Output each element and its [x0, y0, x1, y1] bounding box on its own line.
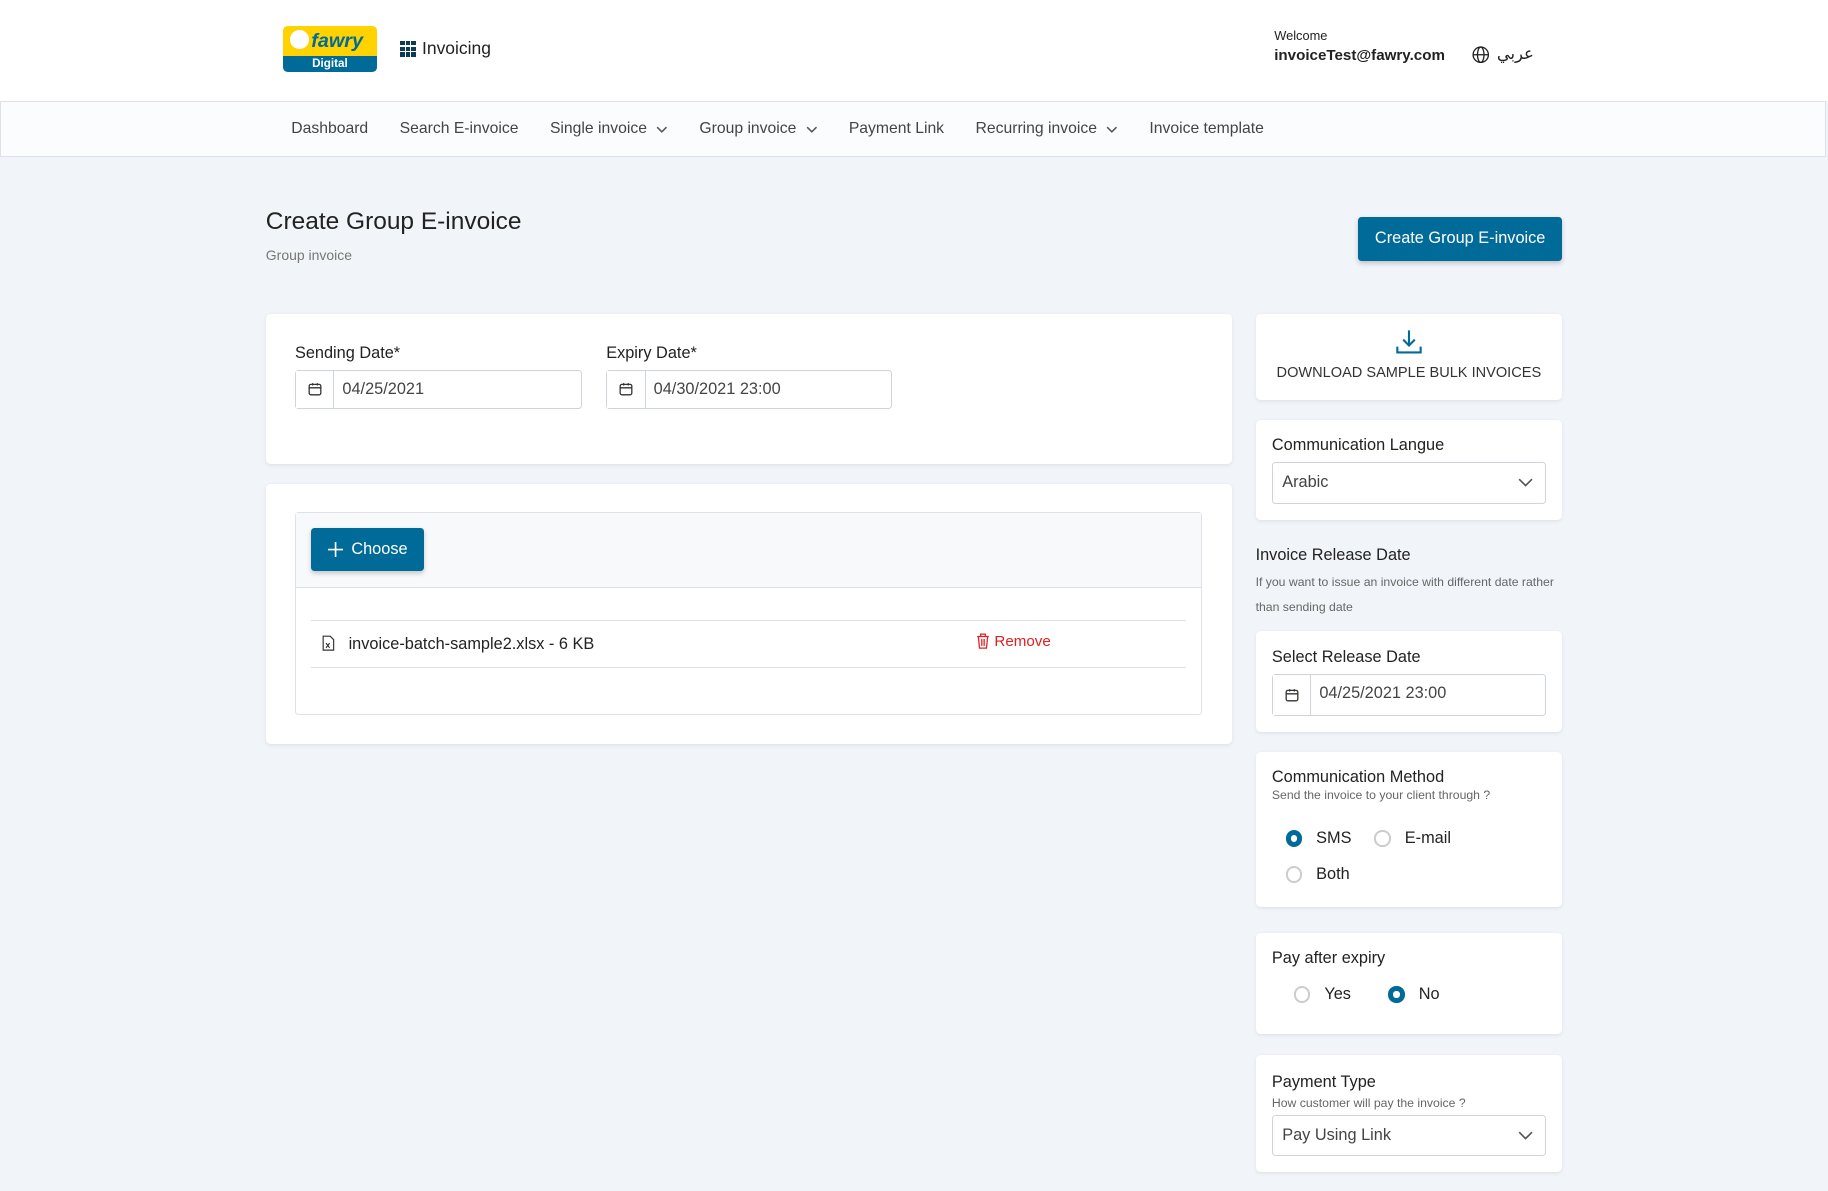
nav-payment-link[interactable]: Payment Link	[849, 120, 944, 138]
app-name: Invoicing	[422, 38, 491, 59]
calendar-icon	[607, 370, 646, 409]
nav-recurring-invoice[interactable]: Recurring invoice	[976, 120, 1118, 138]
remove-file-button[interactable]: Remove	[976, 633, 1051, 650]
user-email: invoiceTest@fawry.com	[1274, 46, 1445, 64]
release-date-field[interactable]: 04/25/2021 23:00	[1271, 673, 1546, 716]
calendar-icon	[295, 370, 335, 409]
main-nav: Dashboard Search E-invoice Single invoic…	[0, 101, 1826, 158]
payment-type-select[interactable]: Pay Using Link	[1271, 1114, 1546, 1157]
page-title: Create Group E-invoice	[265, 207, 522, 235]
radio-email[interactable]: E-mail	[1374, 829, 1451, 848]
file-name: invoice-batch-sample2.xlsx - 6 KB	[348, 635, 595, 654]
communication-language-select[interactable]: Arabic	[1271, 461, 1546, 504]
header	[0, 0, 1828, 102]
fawry-logo[interactable]: fawry Digital	[283, 25, 377, 73]
radio-sms[interactable]: SMS	[1285, 829, 1352, 848]
sending-date-label: Sending Date*	[294, 343, 401, 362]
trash-icon	[976, 633, 989, 649]
invoice-release-title: Invoice Release Date	[1255, 545, 1411, 564]
excel-file-icon	[322, 635, 334, 651]
app-switcher[interactable]: Invoicing	[399, 38, 491, 59]
payment-type-card: Payment Type How customer will pay the i…	[1255, 1055, 1563, 1172]
download-sample-button[interactable]: DOWNLOAD SAMPLE BULK INVOICES	[1255, 313, 1563, 400]
chevron-down-icon	[1518, 1131, 1533, 1140]
calendar-icon	[1272, 674, 1312, 715]
release-date-card: Select Release Date 04/25/2021 23:00	[1255, 630, 1563, 733]
sending-date-field[interactable]: 04/25/2021	[294, 369, 582, 410]
grid-icon	[399, 40, 417, 58]
breadcrumb[interactable]: Group invoice	[266, 247, 352, 263]
language-toggle[interactable]: عربي	[1472, 44, 1534, 64]
nav-search-e-invoice[interactable]: Search E-invoice	[400, 120, 519, 138]
choose-file-button[interactable]: Choose	[311, 528, 425, 572]
download-icon	[1396, 329, 1423, 354]
radio-both[interactable]: Both	[1285, 865, 1350, 884]
nav-dashboard[interactable]: Dashboard	[291, 120, 368, 138]
communication-language-card: Communication Langue Arabic	[1255, 419, 1563, 520]
create-group-e-invoice-button[interactable]: Create Group E-invoice	[1358, 216, 1563, 262]
expiry-date-field[interactable]: 04/30/2021 23:00	[606, 369, 892, 410]
expiry-date-label: Expiry Date*	[606, 343, 697, 362]
radio-no[interactable]: No	[1388, 985, 1440, 1004]
file-upload	[294, 511, 1202, 715]
chevron-down-icon	[806, 126, 817, 133]
invoice-release-help: If you want to issue an invoice with dif…	[1255, 575, 1554, 614]
file-row: invoice-batch-sample2.xlsx - 6 KB Remove	[311, 620, 1186, 668]
radio-yes[interactable]: Yes	[1294, 985, 1351, 1004]
nav-single-invoice[interactable]: Single invoice	[550, 120, 668, 138]
communication-method-card: Communication Method Send the invoice to…	[1255, 751, 1563, 907]
chevron-down-icon	[656, 126, 668, 133]
nav-group-invoice[interactable]: Group invoice	[699, 120, 817, 138]
globe-icon	[1472, 45, 1490, 63]
chevron-down-icon	[1518, 478, 1533, 487]
plus-icon	[328, 542, 344, 558]
nav-invoice-template[interactable]: Invoice template	[1149, 120, 1263, 138]
pay-after-expiry-card: Pay after expiry Yes No	[1255, 932, 1563, 1035]
chevron-down-icon	[1106, 126, 1118, 133]
welcome-label: Welcome	[1274, 27, 1328, 43]
